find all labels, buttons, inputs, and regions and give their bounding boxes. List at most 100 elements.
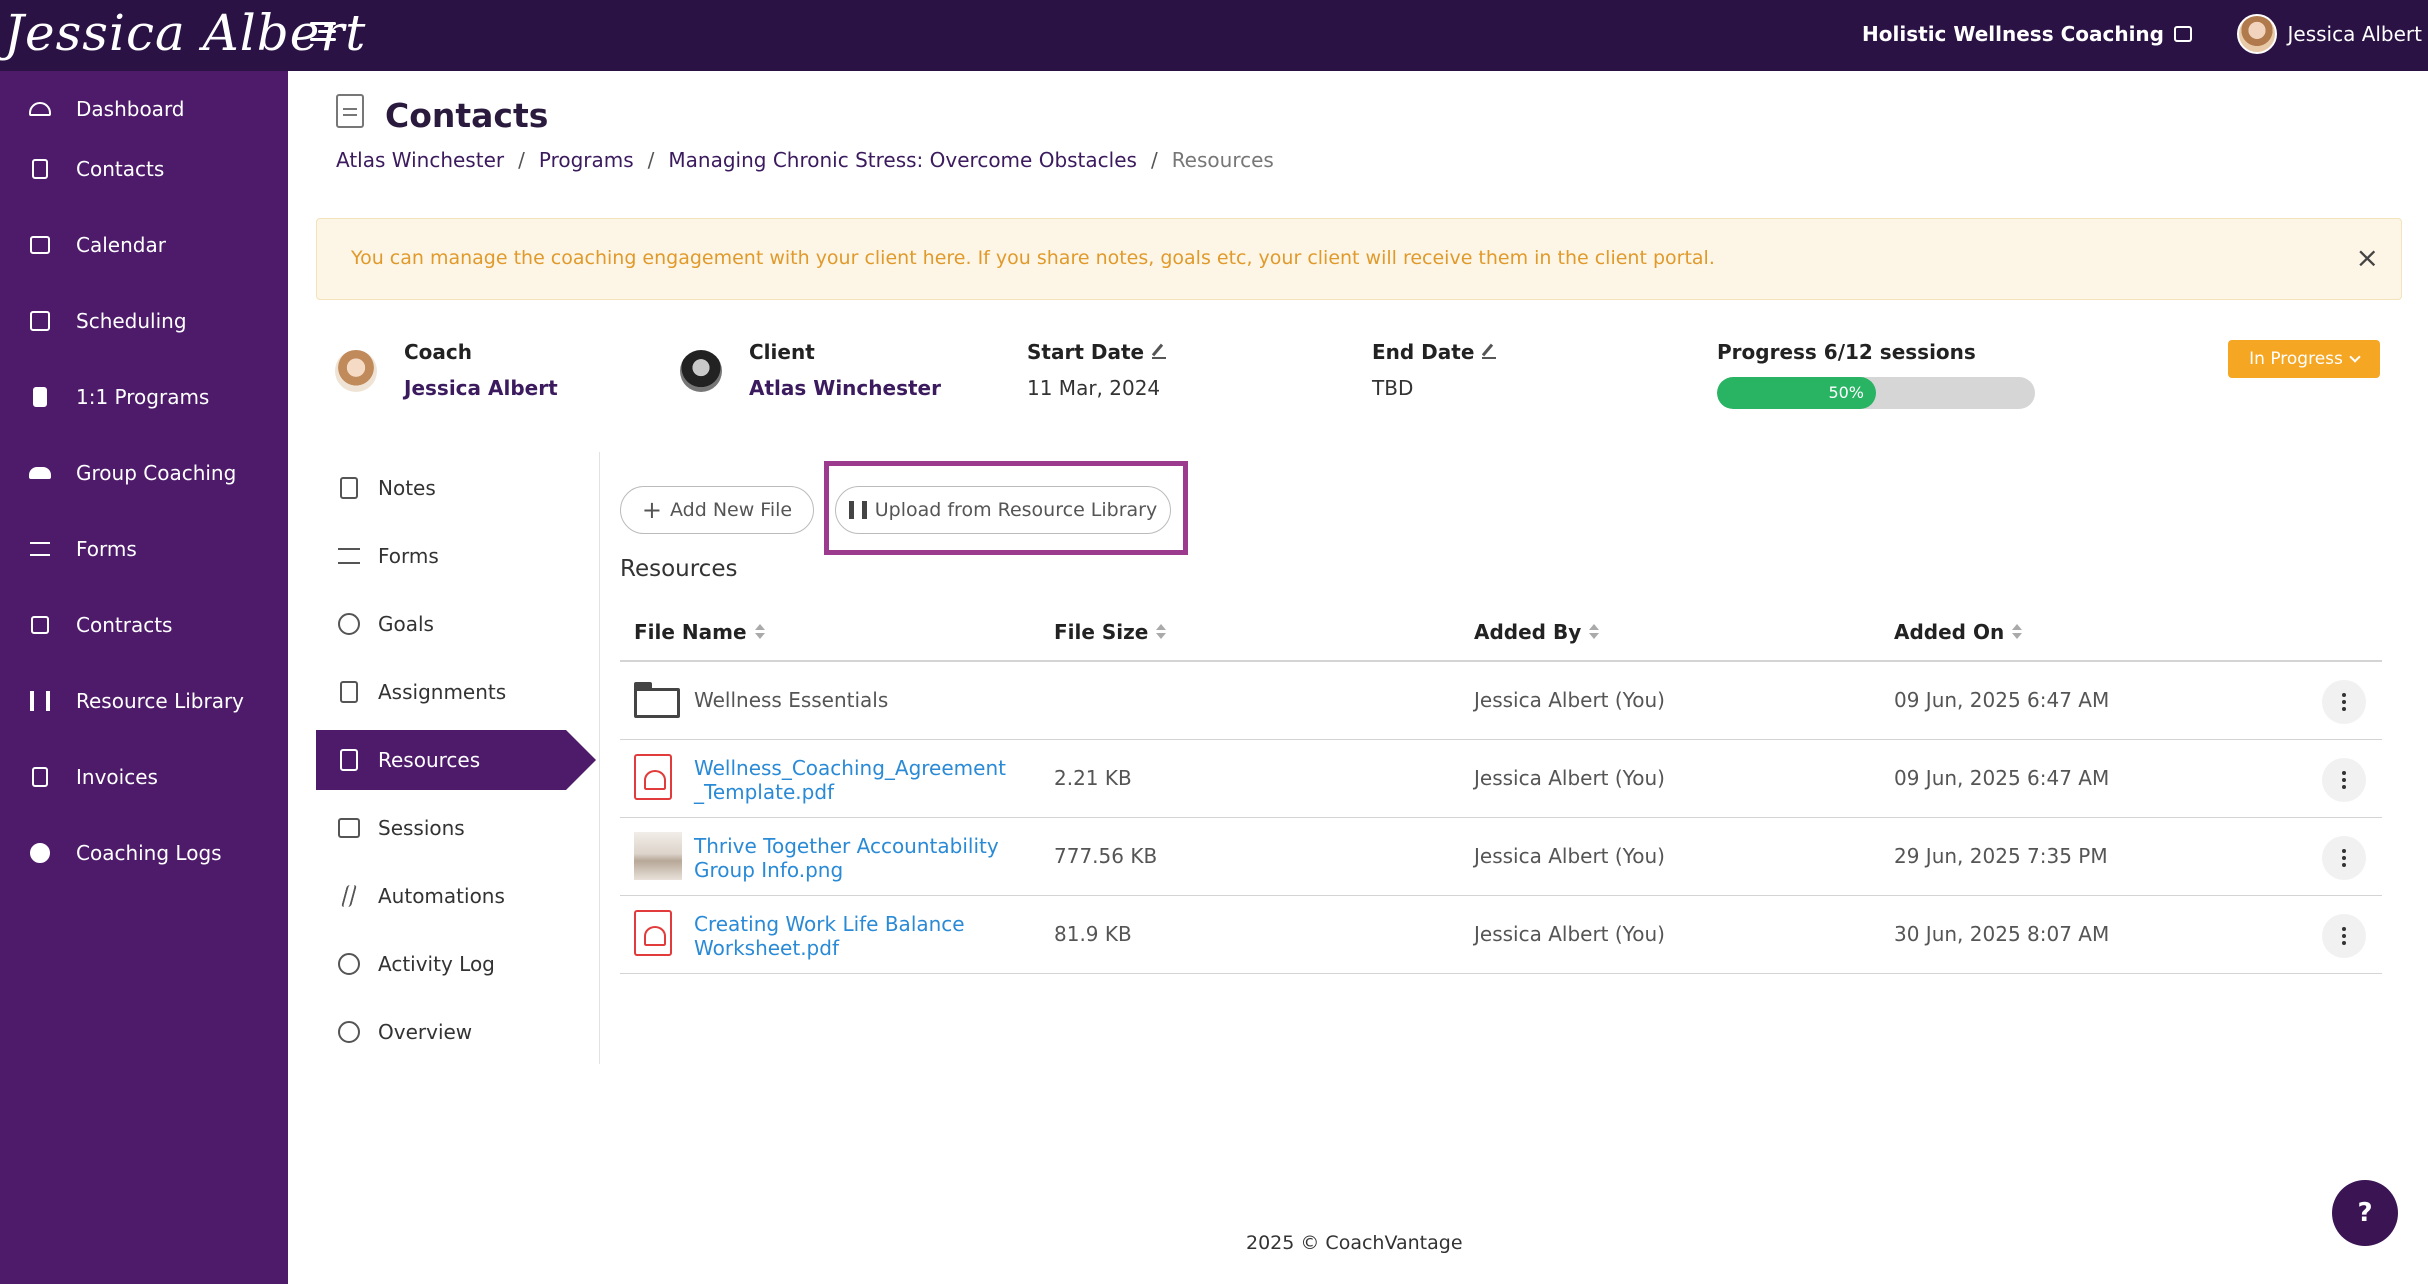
progress-percent: 50% — [1828, 383, 1864, 402]
row-actions-icon[interactable] — [2322, 836, 2366, 880]
sidebar-item-resource-library[interactable]: Resource Library — [0, 671, 288, 731]
column-added-on[interactable]: Added On — [1894, 620, 2023, 644]
sidebar-item-contracts[interactable]: Contracts — [0, 595, 288, 655]
status-label: In Progress — [2249, 349, 2343, 369]
table-header: File Name File Size Added By Added On — [620, 608, 2382, 662]
sidebar-item-label: Group Coaching — [76, 461, 237, 485]
page-title: Contacts — [385, 96, 549, 135]
row-actions-icon[interactable] — [2322, 914, 2366, 958]
book-icon — [28, 386, 52, 408]
breadcrumb-separator: / — [647, 148, 655, 172]
sidebar-item-group-coaching[interactable]: Group Coaching — [0, 443, 288, 503]
briefcase-icon — [2174, 26, 2192, 42]
add-new-file-button[interactable]: + Add New File — [620, 486, 814, 534]
table-row[interactable]: Wellness_Coaching_Agreement _Template.pdf… — [620, 740, 2382, 818]
dashboard-icon — [28, 98, 52, 120]
checklist-icon — [336, 544, 362, 568]
added-by: Jessica Albert (You) — [1474, 688, 1665, 712]
tab-label: Forms — [378, 544, 439, 568]
tab-automations[interactable]: Automations — [316, 866, 600, 926]
tab-goals[interactable]: Goals — [316, 594, 600, 654]
scheduling-icon — [28, 310, 52, 332]
added-on: 09 Jun, 2025 6:47 AM — [1894, 766, 2110, 790]
edit-start-date-icon[interactable] — [1152, 345, 1167, 359]
tab-overview[interactable]: Overview — [316, 1002, 600, 1062]
close-icon[interactable]: × — [2356, 241, 2379, 274]
sidebar-item-label: Forms — [76, 537, 137, 561]
notes-icon — [336, 476, 362, 500]
client-label: Client — [749, 340, 815, 364]
footer-copyright: 2025 © CoachVantage — [1246, 1232, 1463, 1254]
file-size: 777.56 KB — [1054, 844, 1158, 868]
pdf-icon — [634, 754, 672, 800]
user-menu[interactable]: Jessica Albert — [2237, 14, 2422, 54]
column-label: Added By — [1474, 620, 1582, 644]
folder-icon — [634, 682, 680, 718]
business-switcher[interactable]: Holistic Wellness Coaching — [1862, 22, 2192, 46]
file-name[interactable]: Wellness_Coaching_Agreement _Template.pdf — [694, 756, 1006, 804]
file-name[interactable]: Wellness Essentials — [694, 688, 888, 712]
edit-end-date-icon[interactable] — [1482, 345, 1497, 359]
added-by: Jessica Albert (You) — [1474, 844, 1665, 868]
sidebar-item-scheduling[interactable]: Scheduling — [0, 291, 288, 351]
sidebar-item-label: Dashboard — [76, 97, 185, 121]
pdf-icon — [634, 910, 672, 956]
status-dropdown[interactable]: In Progress — [2228, 340, 2380, 378]
tab-resources[interactable]: Resources — [316, 730, 596, 790]
sidebar-item-calendar[interactable]: Calendar — [0, 215, 288, 275]
sidebar-item-programs[interactable]: 1:1 Programs — [0, 367, 288, 427]
client-name[interactable]: Atlas Winchester — [749, 376, 941, 400]
progress-bar: 50% — [1717, 377, 2035, 409]
avatar — [2237, 14, 2278, 54]
progress-fill: 50% — [1717, 377, 1876, 409]
column-file-name[interactable]: File Name — [634, 620, 765, 644]
row-actions-icon[interactable] — [2322, 680, 2366, 724]
table-row[interactable]: Creating Work Life Balance Worksheet.pdf … — [620, 896, 2382, 974]
sidebar-item-coaching-logs[interactable]: Coaching Logs — [0, 823, 288, 883]
tab-label: Activity Log — [378, 952, 495, 976]
tab-sessions[interactable]: Sessions — [316, 798, 600, 858]
tab-assignments[interactable]: Assignments — [316, 662, 600, 722]
breadcrumb-programs[interactable]: Programs — [539, 148, 634, 172]
add-new-file-label: Add New File — [670, 499, 793, 521]
sidebar-item-forms[interactable]: Forms — [0, 519, 288, 579]
file-name-line: Wellness_Coaching_Agreement — [694, 756, 1006, 780]
table-row[interactable]: Wellness Essentials Jessica Albert (You)… — [620, 662, 2382, 740]
end-date-label: End Date — [1372, 340, 1497, 364]
help-button[interactable]: ? — [2332, 1180, 2398, 1246]
column-label: Added On — [1894, 620, 2005, 644]
table-row[interactable]: Thrive Together Accountability Group Info… — [620, 818, 2382, 896]
sidebar-item-invoices[interactable]: Invoices — [0, 747, 288, 807]
breadcrumb-program[interactable]: Managing Chronic Stress: Overcome Obstac… — [668, 148, 1137, 172]
client-avatar — [680, 350, 722, 392]
column-label: File Name — [634, 620, 747, 644]
row-actions-icon[interactable] — [2322, 758, 2366, 802]
tab-activity-log[interactable]: Activity Log — [316, 934, 600, 994]
business-name: Holistic Wellness Coaching — [1862, 22, 2164, 46]
added-on: 30 Jun, 2025 8:07 AM — [1894, 922, 2110, 946]
tab-notes[interactable]: Notes — [316, 458, 600, 518]
sidebar-item-label: 1:1 Programs — [76, 385, 210, 409]
tab-forms[interactable]: Forms — [316, 526, 600, 586]
clipboard-icon — [336, 680, 362, 704]
coach-name[interactable]: Jessica Albert — [404, 376, 558, 400]
brand-logo[interactable]: Jessica Albert — [4, 0, 365, 71]
column-file-size[interactable]: File Size — [1054, 620, 1167, 644]
file-name[interactable]: Thrive Together Accountability Group Info… — [694, 834, 999, 882]
start-date-value: 11 Mar, 2024 — [1027, 376, 1161, 400]
breadcrumb-contact[interactable]: Atlas Winchester — [336, 148, 504, 172]
coach-avatar — [335, 350, 377, 392]
library-icon — [28, 690, 52, 712]
sidebar-item-contacts[interactable]: Contacts — [0, 139, 288, 199]
info-alert: You can manage the coaching engagement w… — [316, 218, 2402, 300]
menu-toggle-icon[interactable] — [310, 22, 336, 48]
sidebar-item-dashboard[interactable]: Dashboard — [0, 79, 288, 139]
file-name[interactable]: Creating Work Life Balance Worksheet.pdf — [694, 912, 965, 960]
breadcrumb-separator: / — [518, 148, 525, 172]
bolt-icon — [336, 884, 362, 908]
clock-icon — [28, 842, 52, 864]
contract-icon — [28, 614, 52, 636]
file-name-line: Thrive Together Accountability — [694, 834, 999, 858]
breadcrumb-current: Resources — [1171, 148, 1274, 172]
column-added-by[interactable]: Added By — [1474, 620, 1600, 644]
